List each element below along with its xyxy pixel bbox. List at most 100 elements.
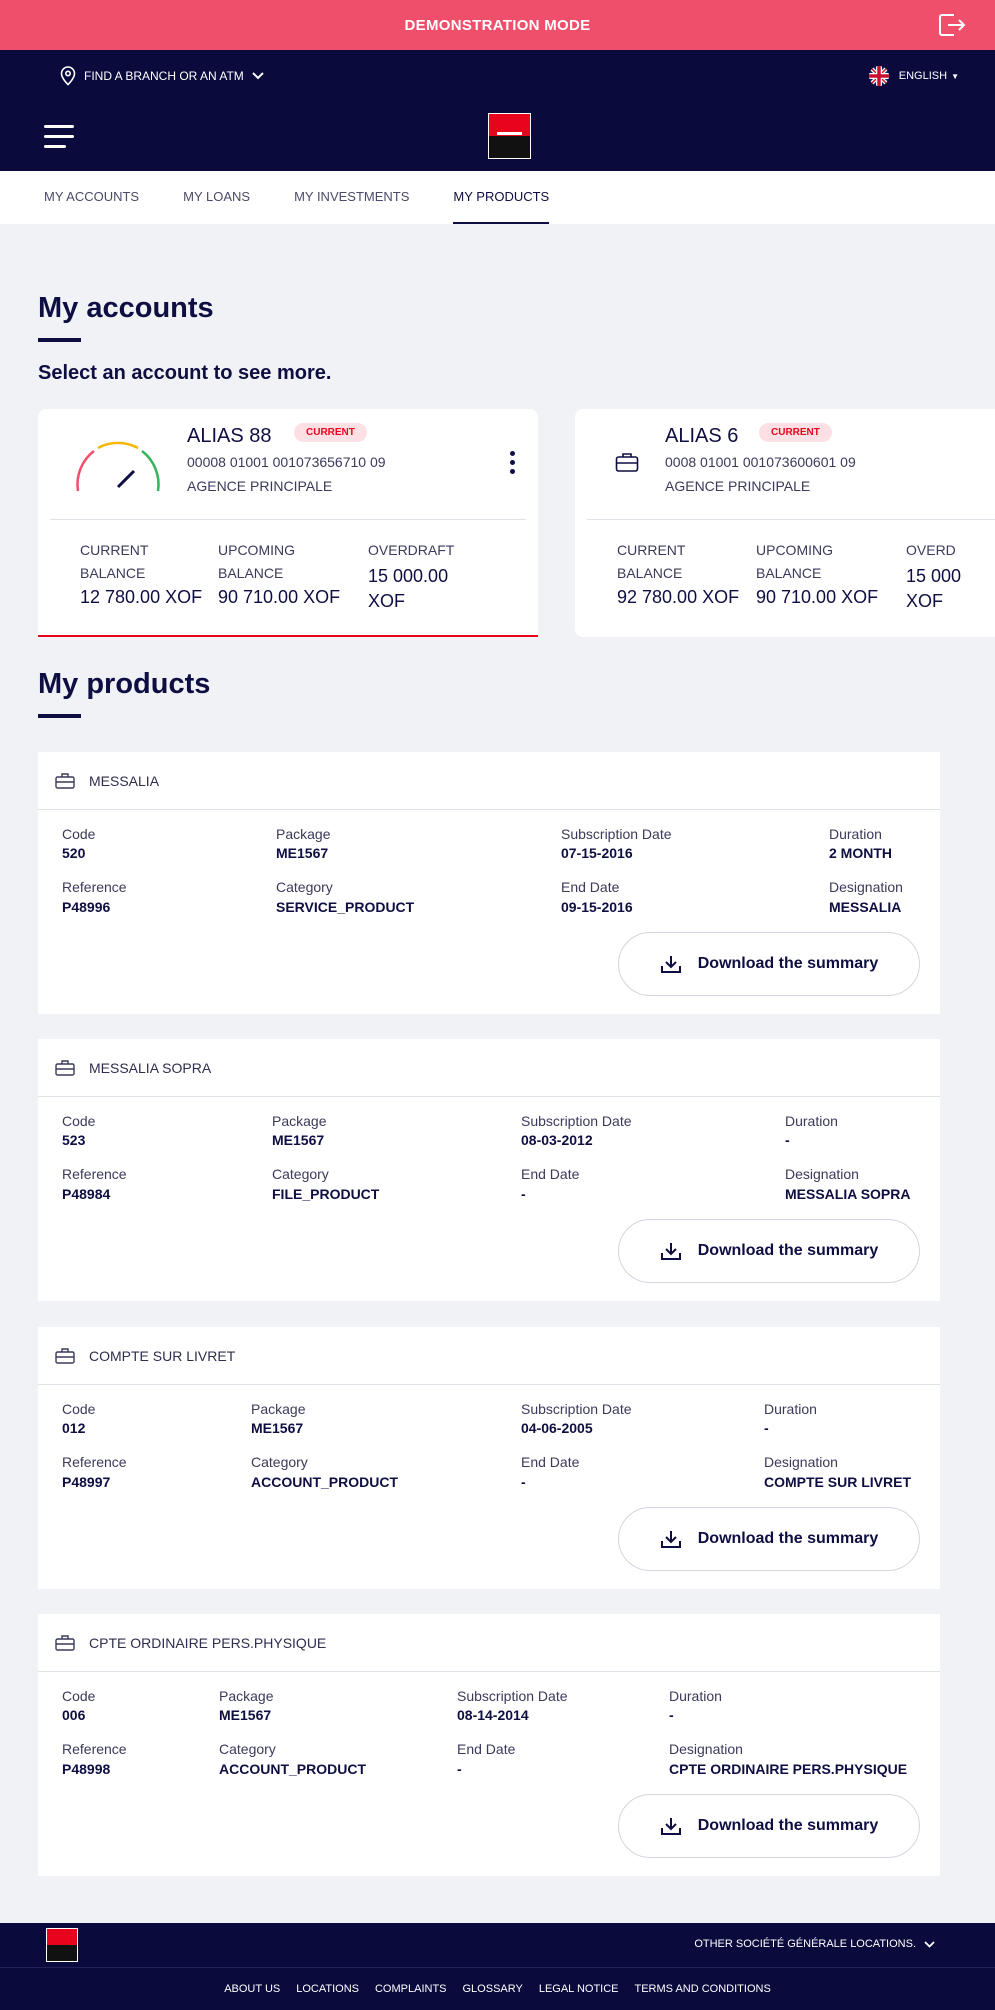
designation-label: Designation <box>829 879 903 895</box>
package-value: ME1567 <box>272 1132 325 1148</box>
reference-label: Reference <box>62 1166 127 1182</box>
account-alias: ALIAS 88 <box>187 425 272 447</box>
product-header: COMPTE SUR LIVRET <box>38 1327 940 1385</box>
duration-value: 2 MONTH <box>829 845 892 861</box>
divider <box>587 519 995 520</box>
download-icon <box>660 1531 681 1548</box>
footer-link-legal-notice[interactable]: LEGAL NOTICE <box>531 1983 627 1995</box>
subscription-date-value: 08-03-2012 <box>521 1132 593 1148</box>
code-value: 523 <box>62 1132 86 1148</box>
code-value: 012 <box>62 1420 86 1436</box>
current-balance-value: 12 780.00 XOF <box>80 587 203 607</box>
designation-value: CPTE ORDINAIRE PERS.PHYSIQUE <box>669 1761 908 1777</box>
branch-finder-label: FIND A BRANCH OR AN ATM <box>84 69 244 83</box>
product-card: COMPTE SUR LIVRET Code 012 Package ME156… <box>38 1327 940 1589</box>
upcoming-balance-label: UPCOMING BALANCE <box>756 542 833 581</box>
title-underline <box>38 338 81 342</box>
category-label: Category <box>251 1454 308 1470</box>
designation-value: MESSALIA <box>829 899 902 915</box>
subscription-date-value: 07-15-2016 <box>561 845 633 861</box>
package-value: ME1567 <box>276 845 329 861</box>
code-label: Code <box>62 826 96 842</box>
duration-label: Duration <box>764 1401 817 1417</box>
subscription-date-value: 04-06-2005 <box>521 1420 593 1436</box>
chevron-down-icon <box>252 72 264 80</box>
package-label: Package <box>219 1688 274 1704</box>
duration-value: - <box>785 1132 790 1148</box>
footer-link-terms[interactable]: TERMS AND CONDITIONS <box>627 1983 779 1995</box>
overdraft-label: OVERDRAFT <box>368 542 455 558</box>
tab-my-accounts[interactable]: MY ACCOUNTS <box>44 171 139 224</box>
designation-label: Designation <box>785 1166 859 1182</box>
overdraft-value: 15 000.00 XOF <box>368 566 449 611</box>
end-date-value: - <box>457 1761 462 1777</box>
category-value: ACCOUNT_PRODUCT <box>251 1474 398 1490</box>
tab-my-investments[interactable]: MY INVESTMENTS <box>294 171 409 224</box>
download-summary-label: Download the summary <box>697 1817 879 1834</box>
account-card[interactable]: ALIAS 6 CURRENT 0008 01001 001073600601 … <box>575 409 995 637</box>
tab-my-products[interactable]: MY PRODUCTS <box>453 171 549 224</box>
status-badge: CURRENT <box>759 423 832 442</box>
code-label: Code <box>62 1688 96 1704</box>
briefcase-icon <box>55 1059 75 1076</box>
product-name: MESSALIA <box>89 772 160 789</box>
current-balance-label: CURRENT BALANCE <box>80 542 149 581</box>
code-label: Code <box>62 1113 96 1129</box>
language-selector[interactable]: ENGLISH ▼ <box>868 66 959 86</box>
footer-link-locations[interactable]: LOCATIONS <box>288 1983 367 1995</box>
caret-down-icon: ▼ <box>951 71 959 81</box>
other-locations-dropdown[interactable]: OTHER SOCIÉTÉ GÉNÉRALE LOCATIONS. <box>694 1938 935 1950</box>
code-value: 520 <box>62 845 86 861</box>
code-value: 006 <box>62 1707 86 1723</box>
product-card: MESSALIA SOPRA Code 523 Package ME1567 S… <box>38 1039 940 1301</box>
product-card: CPTE ORDINAIRE PERS.PHYSIQUE Code 006 Pa… <box>38 1614 940 1876</box>
main-tabs: MY ACCOUNTS MY LOANS MY INVESTMENTS MY P… <box>0 171 995 224</box>
package-value: ME1567 <box>251 1420 304 1436</box>
designation-label: Designation <box>764 1454 838 1470</box>
current-balance-label: CURRENT BALANCE <box>617 542 686 581</box>
end-date-label: End Date <box>561 879 620 895</box>
upcoming-balance-value: 90 710.00 XOF <box>756 587 879 607</box>
account-number: 0008 01001 001073600601 09 <box>665 454 856 470</box>
download-summary-button[interactable]: Download the summary <box>618 932 920 996</box>
account-agency: AGENCE PRINCIPALE <box>187 478 333 494</box>
branch-finder[interactable]: FIND A BRANCH OR AN ATM <box>60 66 264 86</box>
current-balance-value: 92 780.00 XOF <box>617 587 740 607</box>
subscription-date-label: Subscription Date <box>521 1401 632 1417</box>
duration-label: Duration <box>829 826 882 842</box>
download-summary-button[interactable]: Download the summary <box>618 1507 920 1571</box>
reference-value: P48997 <box>62 1474 111 1490</box>
briefcase-icon <box>615 453 639 472</box>
tab-my-loans[interactable]: MY LOANS <box>183 171 250 224</box>
footer-link-about-us[interactable]: ABOUT US <box>216 1983 288 1995</box>
package-label: Package <box>276 826 331 842</box>
title-underline <box>38 714 81 718</box>
download-summary-button[interactable]: Download the summary <box>618 1219 920 1283</box>
brand-logo[interactable] <box>488 113 531 159</box>
uk-flag-icon <box>868 66 889 86</box>
menu-icon[interactable] <box>44 125 74 149</box>
divider <box>50 519 526 520</box>
account-card[interactable]: ALIAS 88 CURRENT 00008 01001 00107365671… <box>38 409 538 637</box>
end-date-label: End Date <box>457 1741 516 1757</box>
designation-value: COMPTE SUR LIVRET <box>764 1474 912 1490</box>
product-header: CPTE ORDINAIRE PERS.PHYSIQUE <box>38 1614 940 1672</box>
end-date-label: End Date <box>521 1454 580 1470</box>
products-title: My products <box>38 668 211 700</box>
reference-value: P48996 <box>62 899 111 915</box>
briefcase-icon <box>55 1634 75 1651</box>
footer-logo[interactable] <box>46 1928 78 1962</box>
logout-icon[interactable] <box>937 12 967 38</box>
account-agency: AGENCE PRINCIPALE <box>665 478 811 494</box>
footer-link-glossary[interactable]: GLOSSARY <box>455 1983 531 1995</box>
more-options-icon[interactable] <box>510 451 516 478</box>
footer-link-complaints[interactable]: COMPLAINTS <box>367 1983 455 1995</box>
reference-label: Reference <box>62 1454 127 1470</box>
download-summary-button[interactable]: Download the summary <box>618 1794 920 1858</box>
duration-value: - <box>669 1707 674 1723</box>
product-name: CPTE ORDINAIRE PERS.PHYSIQUE <box>89 1634 327 1651</box>
package-label: Package <box>272 1113 327 1129</box>
account-number: 00008 01001 001073656710 09 <box>187 454 386 470</box>
product-name: MESSALIA SOPRA <box>89 1059 212 1076</box>
product-name: COMPTE SUR LIVRET <box>89 1347 236 1364</box>
